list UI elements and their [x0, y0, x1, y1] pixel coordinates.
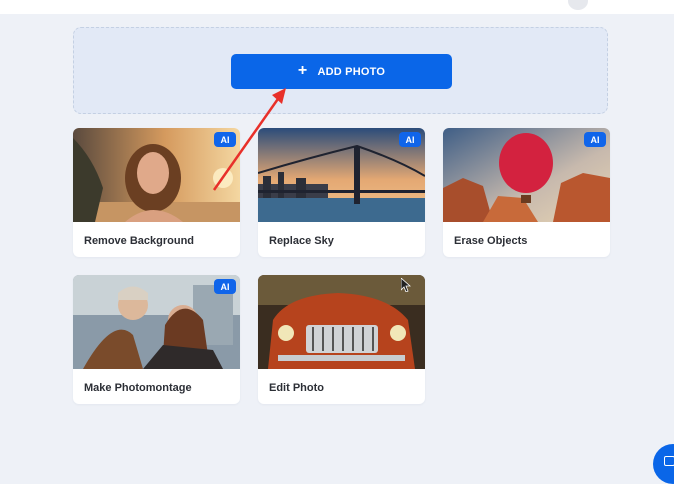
- avatar[interactable]: [568, 0, 588, 10]
- add-photo-label: ADD PHOTO: [317, 65, 386, 78]
- ai-badge: AI: [214, 279, 236, 294]
- card-title: Replace Sky: [269, 235, 334, 247]
- card-title: Edit Photo: [269, 382, 324, 394]
- mouse-cursor-icon: [401, 278, 411, 292]
- tool-card-erase-objects[interactable]: AI Erase Objects: [443, 128, 610, 257]
- tool-card-edit-photo[interactable]: Edit Photo: [258, 275, 425, 404]
- top-bar: [0, 0, 674, 14]
- ai-badge: AI: [584, 132, 606, 147]
- tool-card-make-photomontage[interactable]: AI Make Photomontage: [73, 275, 240, 404]
- edit-photo-thumbnail: [258, 275, 425, 369]
- card-title: Make Photomontage: [84, 382, 192, 394]
- card-title: Erase Objects: [454, 235, 528, 247]
- chat-button[interactable]: [653, 444, 674, 484]
- plus-icon: +: [297, 61, 308, 79]
- card-title: Remove Background: [84, 235, 195, 247]
- ai-badge: AI: [214, 132, 236, 147]
- tool-card-remove-background[interactable]: AI Remove Background: [73, 128, 240, 257]
- ai-badge: AI: [399, 132, 421, 147]
- tool-card-replace-sky[interactable]: AI Replace Sky: [258, 128, 425, 257]
- chat-icon: [664, 456, 674, 466]
- add-photo-button[interactable]: + ADD PHOTO: [231, 54, 452, 89]
